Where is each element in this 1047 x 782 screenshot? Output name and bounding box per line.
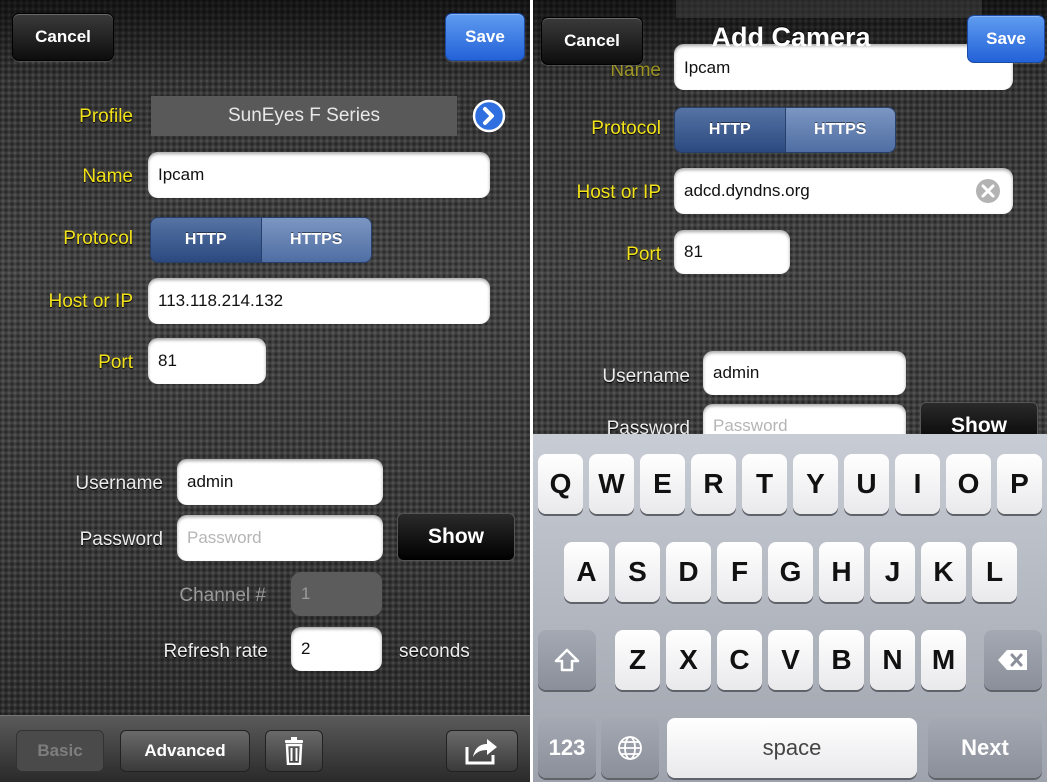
space-key[interactable]: space [667,718,917,778]
port-field[interactable]: 81 [674,230,790,274]
chevron-right-icon[interactable] [472,99,506,133]
profile-selector-partial [676,0,982,18]
trash-icon[interactable] [265,730,323,772]
advanced-tab[interactable]: Advanced [120,730,250,772]
password-label: Password [79,529,163,550]
key-s[interactable]: S [615,542,660,602]
key-e[interactable]: E [640,454,685,514]
seconds-label: seconds [399,641,470,662]
share-icon[interactable] [446,730,518,772]
profile-label: Profile [79,106,133,127]
shift-key-icon[interactable] [538,630,596,690]
key-c[interactable]: C [717,630,762,690]
camera-settings-screen: Cancel Save Profile SunEyes F Series Nam… [0,0,530,782]
name-label: Name [82,166,133,187]
show-password-button[interactable]: Show [397,513,515,561]
key-v[interactable]: V [768,630,813,690]
key-i[interactable]: I [895,454,940,514]
channel-label: Channel # [179,585,266,606]
host-field[interactable]: adcd.dyndns.org [674,168,1013,214]
backspace-key-icon[interactable] [984,630,1042,690]
protocol-http[interactable]: HTTP [675,108,785,152]
protocol-https[interactable]: HTTPS [260,218,371,262]
host-value: adcd.dyndns.org [684,181,810,200]
name-field[interactable]: Ipcam [148,152,490,198]
key-u[interactable]: U [844,454,889,514]
key-j[interactable]: J [870,542,915,602]
port-field[interactable]: 81 [148,338,266,384]
key-t[interactable]: T [742,454,787,514]
key-k[interactable]: K [921,542,966,602]
key-y[interactable]: Y [793,454,838,514]
protocol-https[interactable]: HTTPS [784,108,895,152]
host-label: Host or IP [48,291,133,312]
refresh-rate-field[interactable]: 2 [291,627,382,671]
onscreen-keyboard: Q W E R T Y U I O P A S D F G H J K L Z X C V B N M 123 space Next [533,434,1047,782]
username-field[interactable]: admin [703,351,906,395]
key-z[interactable]: Z [615,630,660,690]
key-x[interactable]: X [666,630,711,690]
key-w[interactable]: W [589,454,634,514]
profile-selector[interactable]: SunEyes F Series [151,96,457,136]
key-a[interactable]: A [564,542,609,602]
username-label: Username [602,366,690,387]
save-button[interactable]: Save [445,13,525,61]
key-g[interactable]: G [768,542,813,602]
key-p[interactable]: P [997,454,1042,514]
password-placeholder: Password [187,528,262,547]
next-key[interactable]: Next [928,718,1042,778]
key-l[interactable]: L [972,542,1017,602]
clear-text-icon[interactable] [975,178,1001,204]
cancel-button[interactable]: Cancel [12,13,114,61]
key-b[interactable]: B [819,630,864,690]
host-field[interactable]: 113.118.214.132 [148,278,490,324]
protocol-label: Protocol [591,118,661,139]
add-camera-screen: Name Ipcam Cancel Add Camera Save Protoc… [533,0,1047,782]
port-label: Port [626,244,661,265]
port-label: Port [98,352,133,373]
cancel-button[interactable]: Cancel [541,17,643,65]
basic-tab[interactable]: Basic [16,730,104,772]
protocol-label: Protocol [63,228,133,249]
bottom-toolbar: Basic Advanced [0,715,530,782]
refresh-rate-label: Refresh rate [163,641,268,662]
save-button[interactable]: Save [967,15,1045,63]
key-h[interactable]: H [819,542,864,602]
key-n[interactable]: N [870,630,915,690]
globe-icon[interactable] [601,718,659,778]
channel-field: 1 [291,572,382,616]
protocol-segmented-control[interactable]: HTTP HTTPS [150,217,372,263]
protocol-http[interactable]: HTTP [151,218,261,262]
key-q[interactable]: Q [538,454,583,514]
password-placeholder: Password [713,416,788,435]
key-r[interactable]: R [691,454,736,514]
key-d[interactable]: D [666,542,711,602]
profile-value: SunEyes F Series [227,105,381,126]
username-label: Username [75,473,163,494]
username-field[interactable]: admin [177,459,383,505]
page-title: Add Camera [711,22,871,52]
protocol-segmented-control[interactable]: HTTP HTTPS [674,107,896,153]
key-m[interactable]: M [921,630,966,690]
key-o[interactable]: O [946,454,991,514]
password-field[interactable]: Password [177,515,383,561]
numbers-key[interactable]: 123 [538,718,596,778]
host-label: Host or IP [576,182,661,203]
key-f[interactable]: F [717,542,762,602]
